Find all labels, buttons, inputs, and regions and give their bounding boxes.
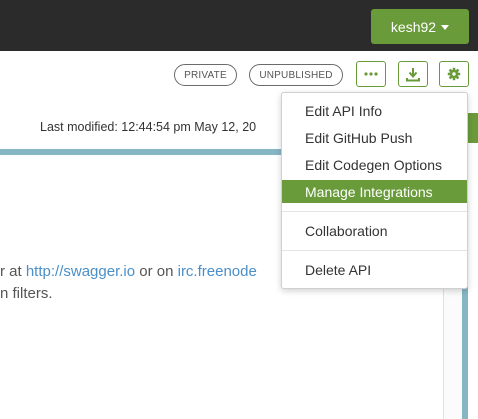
settings-dropdown-menu: Edit API Info Edit GitHub Push Edit Code… (281, 92, 468, 289)
menu-item-delete-api[interactable]: Delete API (282, 258, 467, 281)
ellipsis-icon (364, 72, 378, 76)
last-modified-text: Last modified: 12:44:54 pm May 12, 20 (40, 120, 257, 134)
description-text: r at (0, 263, 26, 280)
menu-item-edit-api-info[interactable]: Edit API Info (282, 99, 467, 122)
username-label: kesh92 (390, 18, 437, 35)
more-options-button[interactable] (356, 61, 386, 87)
menu-item-manage-integrations[interactable]: Manage Integrations (282, 180, 467, 203)
swagger-link[interactable]: http://swagger.io (26, 263, 135, 280)
private-badge: PRIVATE (174, 64, 237, 86)
menu-item-collaboration[interactable]: Collaboration (282, 219, 467, 242)
menu-item-edit-github-push[interactable]: Edit GitHub Push (282, 126, 467, 149)
description-line-1: r at http://swagger.io or on irc.freenod… (0, 263, 257, 280)
description-text: or on (135, 263, 178, 280)
unpublished-badge: UNPUBLISHED (249, 64, 343, 86)
download-button[interactable] (398, 61, 428, 87)
gear-icon (447, 67, 461, 81)
menu-divider (282, 211, 467, 212)
download-icon (406, 67, 420, 81)
description-line-2: n filters. (0, 285, 53, 302)
top-navbar: kesh92 (0, 0, 478, 51)
menu-divider (282, 250, 467, 251)
caret-down-icon (441, 25, 450, 30)
user-menu-button[interactable]: kesh92 (371, 9, 469, 44)
irc-link[interactable]: irc.freenode (178, 263, 257, 280)
menu-item-edit-codegen-options[interactable]: Edit Codegen Options (282, 153, 467, 176)
settings-button[interactable] (439, 61, 469, 87)
